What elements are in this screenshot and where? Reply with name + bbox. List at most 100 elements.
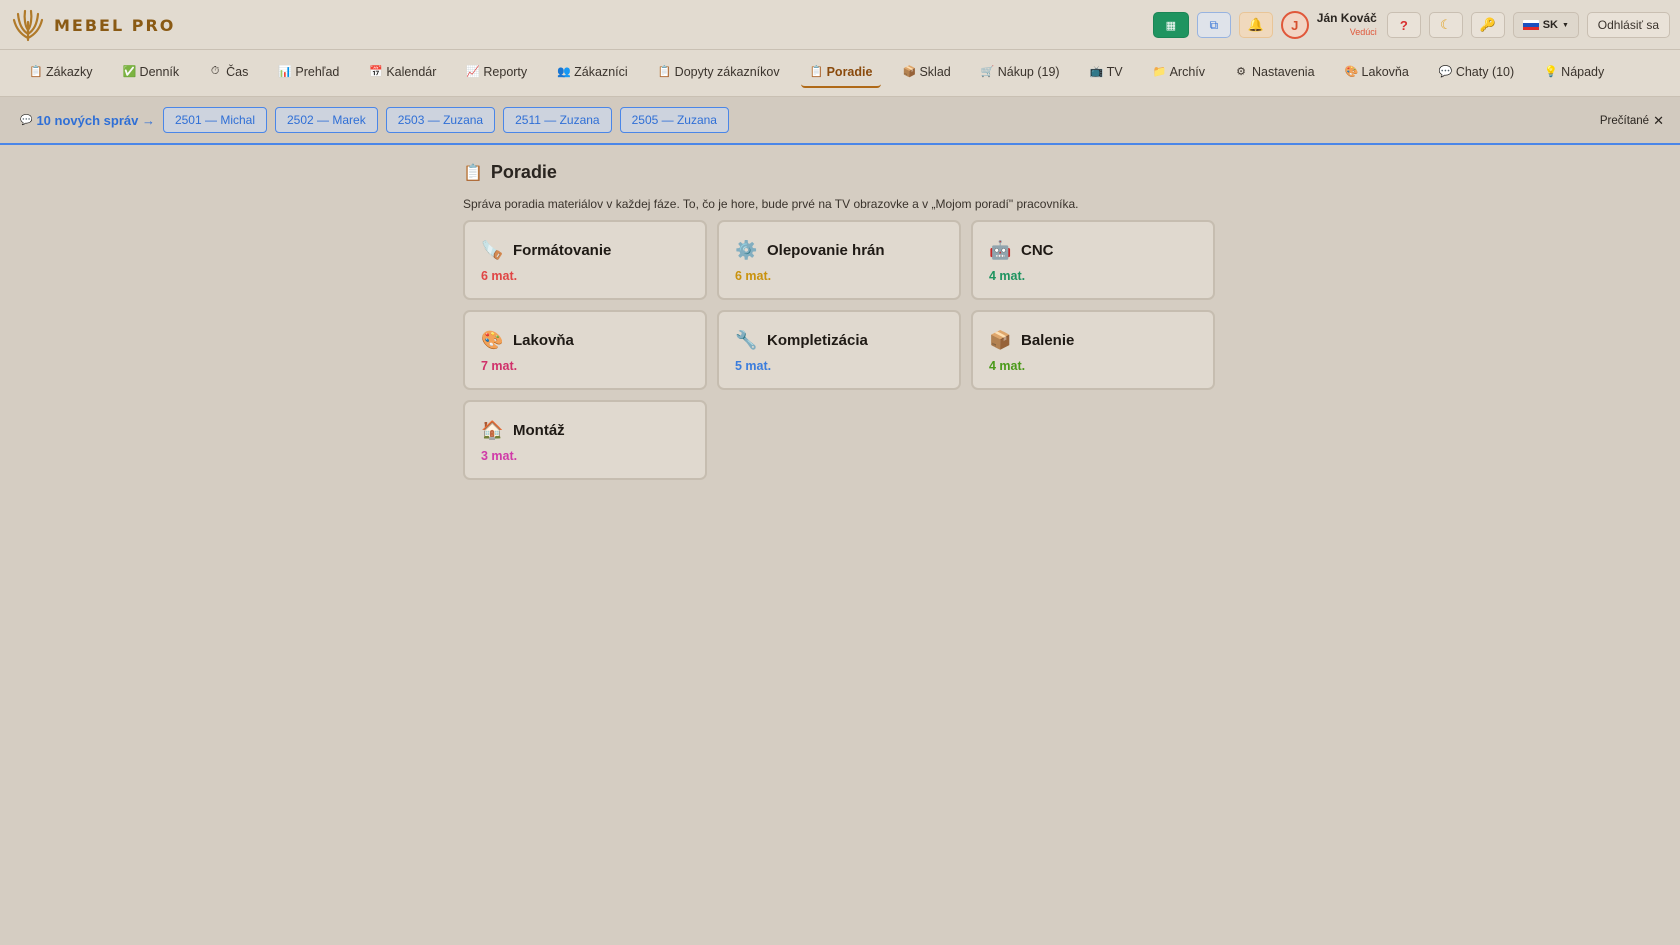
nav-icon: 📋: [29, 66, 43, 78]
theme-toggle-button[interactable]: ☾: [1428, 12, 1463, 38]
phase-icon: 🔧: [735, 330, 758, 350]
nav-icon: 📊: [278, 66, 293, 78]
phase-card[interactable]: 🪚 Formátovanie 6 mat.: [463, 220, 707, 300]
key-button[interactable]: 🔑: [1470, 12, 1505, 38]
phase-count: 4 mat.: [989, 359, 1026, 373]
nav-icon: 📺: [1089, 66, 1104, 78]
nav-item-archív[interactable]: 📁 Archív: [1144, 59, 1214, 88]
phase-card[interactable]: 🎨 Lakovňa 7 mat.: [463, 310, 707, 390]
nav-icon: 📋: [657, 66, 672, 78]
message-chip[interactable]: 2502 — Marek: [275, 107, 378, 133]
nav-item-dopyty-zákazníkov[interactable]: 📋 Dopyty zákazníkov: [649, 59, 789, 88]
phase-icon: 📦: [989, 330, 1012, 350]
nav-item-denník[interactable]: ✅ Denník: [114, 59, 189, 88]
nav-label: Nastavenia: [1252, 64, 1315, 79]
page-title: 📋 Poradie: [463, 162, 1223, 183]
phase-count: 3 mat.: [481, 449, 518, 463]
nav-item-kalendár[interactable]: 📅 Kalendár: [360, 59, 445, 88]
grid-view-button[interactable]: ▦: [1152, 12, 1189, 38]
nav-item-nastavenia[interactable]: ⚙ Nastavenia: [1226, 59, 1324, 88]
nav-item-nápady[interactable]: 💡 Nápady: [1535, 59, 1613, 88]
phase-icon: 🏠: [481, 420, 504, 440]
close-icon: ✕: [1653, 113, 1664, 128]
phase-count: 4 mat.: [989, 269, 1026, 283]
avatar[interactable]: J: [1280, 11, 1309, 39]
nav-item-lakovňa[interactable]: 🎨 Lakovňa: [1336, 59, 1418, 88]
phase-name: Kompletizácia: [767, 332, 868, 349]
nav-item-zákazníci[interactable]: 👥 Zákazníci: [548, 59, 637, 88]
phase-card-header: 🪚 Formátovanie: [481, 240, 689, 261]
phase-card-header: 🔧 Kompletizácia: [735, 330, 943, 351]
help-button[interactable]: ?: [1386, 12, 1421, 38]
phase-name: Balenie: [1021, 332, 1075, 349]
page-description: Správa poradia materiálov v každej fáze.…: [463, 197, 1079, 211]
nav-icon: ✅: [122, 66, 137, 78]
language-select[interactable]: SK ▼: [1512, 12, 1579, 38]
screen-button[interactable]: ⧉: [1196, 12, 1231, 38]
nav-icon: 📁: [1152, 66, 1167, 78]
nav-item-zákazky[interactable]: 📋 Zákazky: [20, 59, 102, 88]
nav-icon: 📅: [369, 66, 384, 78]
nav-label: Nápady: [1561, 64, 1605, 79]
phase-card[interactable]: 🤖 CNC 4 mat.: [971, 220, 1215, 300]
new-messages-title: 10 nových správ →: [36, 112, 155, 128]
nav-item-chaty-10[interactable]: 💬 Chaty (10): [1430, 59, 1523, 88]
nav-icon: 📈: [466, 66, 481, 78]
nav-item-reporty[interactable]: 📈 Reporty: [457, 59, 536, 88]
new-messages-bar: 💬 10 nových správ → 2501 — Michal 2502 — …: [0, 97, 1680, 145]
phase-name: Formátovanie: [513, 242, 612, 259]
phase-card-header: 🏠 Montáž: [481, 420, 689, 441]
phase-card[interactable]: 🔧 Kompletizácia 5 mat.: [717, 310, 961, 390]
nav-label: Sklad: [919, 64, 951, 79]
new-messages-link[interactable]: 💬 10 nových správ →: [20, 113, 155, 128]
nav-icon: 📋: [809, 66, 824, 78]
nav-icon: 🎨: [1344, 66, 1359, 78]
phase-card-header: ⚙️ Olepovanie hrán: [735, 240, 943, 261]
chevron-down-icon: ▼: [1561, 21, 1569, 29]
message-chip[interactable]: 2501 — Michal: [162, 107, 267, 133]
mark-read-button[interactable]: Prečítané ✕: [1600, 113, 1664, 129]
notifications-button[interactable]: 🔔: [1238, 12, 1273, 38]
nav-label: Dopyty zákazníkov: [674, 64, 780, 79]
phase-card-header: 🎨 Lakovňa: [481, 330, 689, 351]
nav-item-tv[interactable]: 📺 TV: [1081, 59, 1132, 88]
phase-count: 6 mat.: [735, 269, 772, 283]
main-nav: 📋 Zákazky ✅ Denník ⏱ Čas 📊 Prehľad 📅 Kalendár 📈 Rep…: [0, 50, 1680, 97]
nav-item-sklad[interactable]: 📦 Sklad: [893, 59, 959, 88]
chat-bubble-icon: 💬: [20, 114, 33, 126]
nav-item-poradie[interactable]: 📋 Poradie: [800, 59, 882, 88]
phase-card[interactable]: 🏠 Montáž 3 mat.: [463, 400, 707, 480]
nav-item-čas[interactable]: ⏱ Čas: [200, 59, 257, 88]
nav-label: Kalendár: [386, 64, 437, 79]
nav-label: Lakovňa: [1361, 64, 1409, 79]
logout-button[interactable]: Odhlásiť sa: [1586, 12, 1670, 38]
top-bar: MEBEL PRO ▦ ⧉ 🔔 J Ján Kováč Vedúci ? ☾ 🔑: [0, 0, 1680, 50]
nav-label: Poradie: [826, 64, 873, 79]
user-role: Vedúci: [1349, 27, 1377, 37]
nav-item-nákup-19[interactable]: 🛒 Nákup (19): [972, 59, 1069, 88]
phase-icon: 🤖: [989, 240, 1012, 260]
message-chip[interactable]: 2503 — Zuzana: [385, 107, 496, 133]
nav-icon: 💡: [1544, 66, 1558, 78]
key-icon: 🔑: [1479, 17, 1496, 32]
page-title-text: Poradie: [490, 162, 557, 182]
grid-icon: ▦: [1165, 19, 1176, 32]
leaf-logo-icon: [12, 9, 44, 42]
message-chip[interactable]: 2511 — Zuzana: [503, 107, 612, 133]
logo[interactable]: MEBEL PRO: [10, 8, 175, 42]
nav-label: Nákup (19): [997, 64, 1060, 79]
user-info: Ján Kováč Vedúci: [1317, 11, 1377, 39]
user-name: Ján Kováč: [1316, 11, 1377, 25]
moon-icon: ☾: [1439, 17, 1452, 32]
nav-icon: ⚙: [1236, 66, 1246, 78]
phase-card[interactable]: 📦 Balenie 4 mat.: [971, 310, 1215, 390]
main-content: 📋 Poradie Správa poradia materiálov v ka…: [463, 162, 1223, 480]
nav-icon: 🛒: [980, 66, 995, 78]
nav-label: Denník: [139, 64, 180, 79]
phase-card[interactable]: ⚙️ Olepovanie hrán 6 mat.: [717, 220, 961, 300]
message-chip[interactable]: 2505 — Zuzana: [619, 107, 729, 133]
nav-label: TV: [1106, 64, 1123, 79]
nav-label: Čas: [226, 64, 249, 79]
nav-item-prehľad[interactable]: 📊 Prehľad: [269, 59, 348, 88]
nav-icon: 📦: [902, 66, 917, 78]
